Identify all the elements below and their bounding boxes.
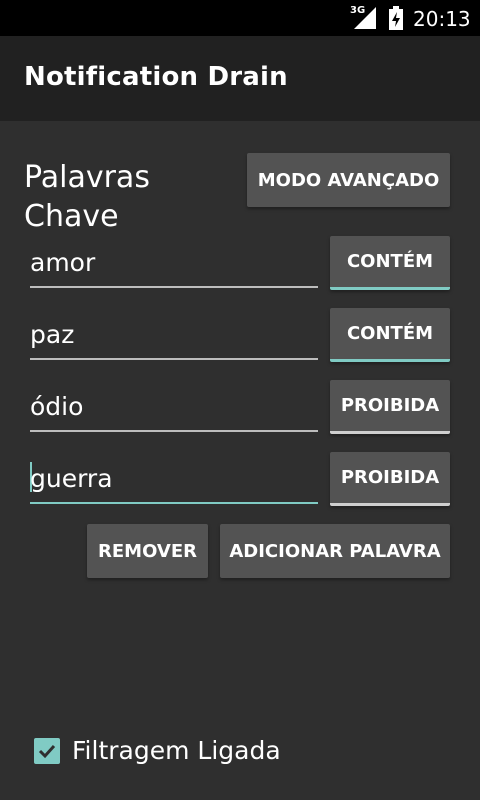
keyword-field-focused[interactable]: guerra: [30, 454, 318, 504]
filter-checkbox[interactable]: [34, 738, 60, 764]
advanced-mode-button[interactable]: MODO AVANÇADO: [247, 153, 450, 207]
keyword-field[interactable]: ódio: [30, 382, 318, 432]
status-clock: 20:13: [413, 7, 471, 31]
keyword-value: amor: [30, 248, 96, 277]
app-title: Notification Drain: [24, 62, 288, 92]
keyword-value: guerra: [30, 464, 113, 493]
app-bar: Notification Drain: [0, 36, 480, 121]
add-keyword-button[interactable]: ADICIONAR PALAVRA: [220, 524, 450, 578]
keyword-mode-button[interactable]: PROIBIDA: [330, 452, 450, 506]
remove-button[interactable]: REMOVER: [87, 524, 208, 578]
filter-label: Filtragem Ligada: [72, 736, 281, 765]
status-bar: 3G 20:13: [0, 0, 480, 36]
keyword-mode-button[interactable]: CONTÉM: [330, 308, 450, 362]
keywords-title: Palavras Chave: [24, 160, 150, 234]
signal-icon: [354, 7, 376, 29]
keyword-field[interactable]: paz: [30, 310, 318, 360]
keyword-mode-button[interactable]: PROIBIDA: [330, 380, 450, 434]
keyword-value: ódio: [30, 392, 84, 421]
keyword-field[interactable]: amor: [30, 238, 318, 288]
keyword-value: paz: [30, 320, 75, 349]
battery-icon: [389, 6, 403, 30]
check-icon: [38, 744, 56, 759]
keyword-mode-button[interactable]: CONTÉM: [330, 236, 450, 290]
